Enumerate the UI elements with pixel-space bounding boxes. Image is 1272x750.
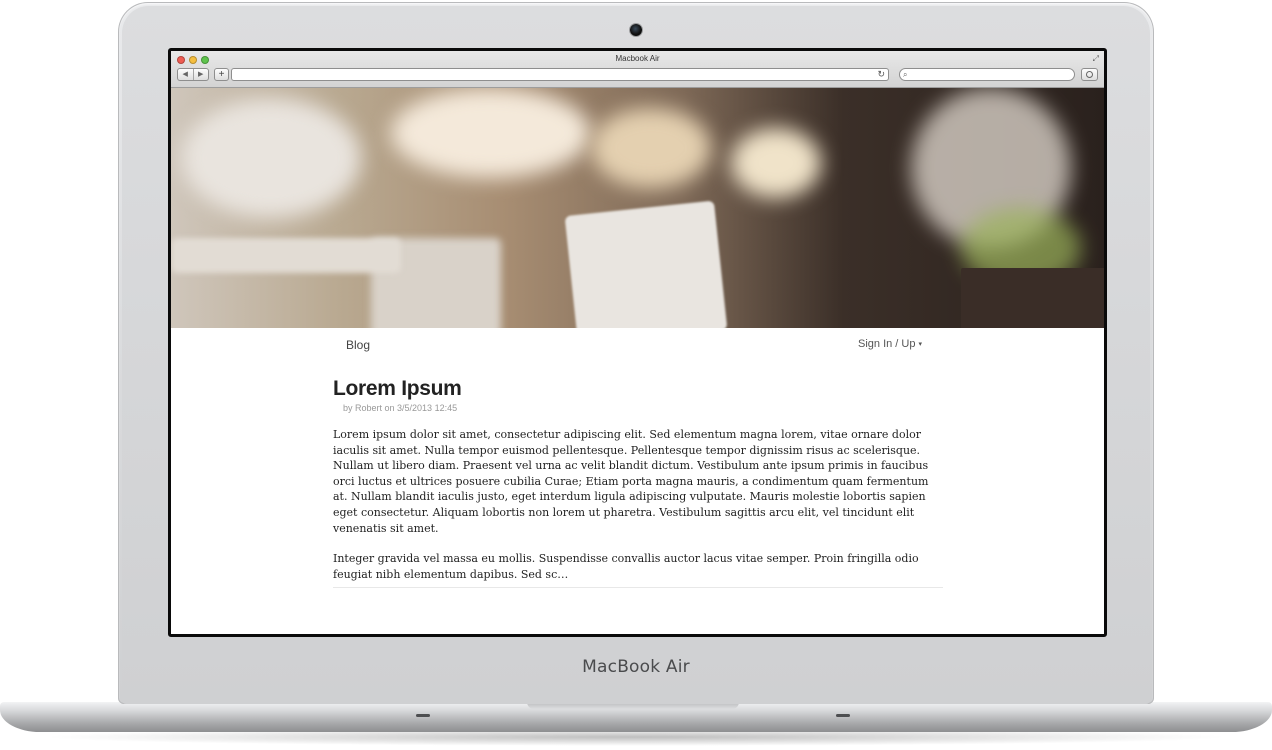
laptop-foot-right — [836, 714, 850, 717]
search-field[interactable]: ⌕ — [899, 68, 1075, 81]
post-title[interactable]: Lorem Ipsum — [333, 377, 462, 401]
laptop-mockup: MacBook Air Macbook Air ⤢ ◀ ▶ + ↻ ⌕ Blog… — [0, 0, 1272, 750]
back-forward-buttons: ◀ ▶ — [177, 68, 209, 81]
laptop-foot-left — [416, 714, 430, 717]
chevron-down-icon: ▾ — [918, 341, 922, 349]
bokeh-light — [181, 98, 361, 218]
address-bar[interactable]: ↻ — [231, 68, 889, 81]
camera-icon — [630, 24, 642, 36]
hero-image-restaurant — [171, 88, 1104, 328]
table-shape — [171, 238, 401, 273]
search-icon: ⌕ — [903, 70, 908, 79]
back-button[interactable]: ◀ — [178, 69, 194, 80]
laptop-screen: Macbook Air ⤢ ◀ ▶ + ↻ ⌕ Blog Sign In / U… — [168, 48, 1107, 637]
fullscreen-icon[interactable]: ⤢ — [1093, 54, 1099, 64]
chair-shape — [564, 200, 728, 328]
post-paragraph: Lorem ipsum dolor sit amet, consectetur … — [333, 428, 929, 535]
window-title: Macbook Air — [615, 54, 660, 63]
post-divider — [333, 587, 943, 588]
table-shape — [961, 268, 1104, 328]
bokeh-light — [731, 128, 821, 198]
browser-window: Macbook Air ⤢ ◀ ▶ + ↻ ⌕ Blog Sign In / U… — [171, 51, 1104, 634]
forward-button[interactable]: ▶ — [194, 69, 209, 80]
laptop-brand-label: MacBook Air — [582, 657, 690, 677]
new-tab-button[interactable]: + — [214, 68, 229, 81]
post-meta: by Robert on 3/5/2013 12:45 — [343, 403, 458, 413]
downloads-icon — [1086, 71, 1093, 78]
post-body: Lorem ipsum dolor sit amet, consectetur … — [333, 427, 945, 597]
bokeh-light — [391, 88, 591, 178]
reload-icon[interactable]: ↻ — [877, 69, 885, 80]
sign-in-dropdown[interactable]: Sign In / Up ▾ — [858, 338, 922, 350]
sign-in-label: Sign In / Up — [858, 338, 916, 350]
nav-blog-link[interactable]: Blog — [346, 338, 370, 352]
browser-toolbar: Macbook Air ⤢ ◀ ▶ + ↻ ⌕ — [171, 51, 1104, 88]
downloads-button[interactable] — [1081, 68, 1098, 81]
bokeh-light — [591, 108, 711, 188]
post-paragraph: Integer gravida vel massa eu mollis. Sus… — [333, 552, 919, 581]
